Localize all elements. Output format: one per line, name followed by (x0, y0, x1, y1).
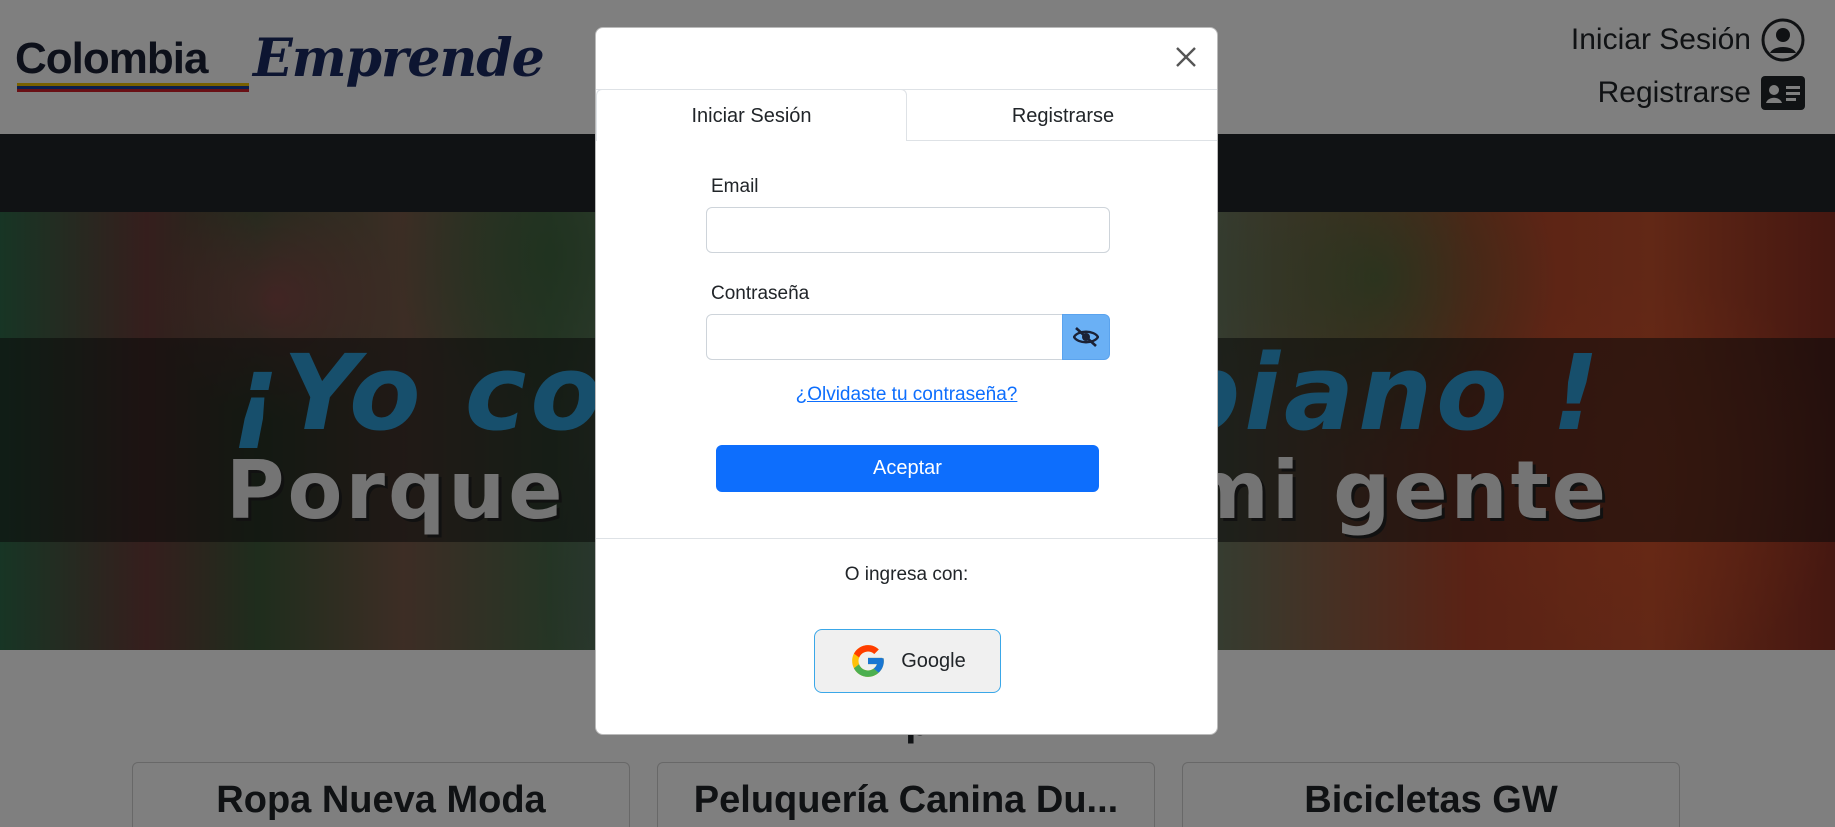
login-modal: Iniciar Sesión Registrarse Email Contras… (595, 27, 1218, 735)
accept-button[interactable]: Aceptar (716, 445, 1099, 492)
modal-header (596, 28, 1217, 90)
close-button[interactable] (1171, 42, 1201, 72)
modal-divider (596, 538, 1217, 539)
eye-slash-icon (1073, 327, 1099, 347)
password-label: Contraseña (711, 283, 810, 304)
email-label: Email (711, 176, 759, 197)
forgot-password-link[interactable]: ¿Olvidaste tu contraseña? (596, 384, 1217, 406)
google-login-button[interactable]: Google (814, 629, 1001, 693)
password-field[interactable] (706, 314, 1063, 360)
alt-login-text: O ingresa con: (844, 564, 969, 585)
email-field[interactable] (706, 207, 1110, 253)
google-button-label: Google (901, 649, 966, 672)
google-icon (852, 645, 885, 677)
toggle-password-button[interactable] (1062, 314, 1110, 360)
tab-register[interactable]: Registrarse (907, 89, 1217, 141)
tab-login[interactable]: Iniciar Sesión (596, 89, 907, 141)
auth-tabs: Iniciar Sesión Registrarse (596, 89, 1217, 141)
close-icon (1176, 47, 1196, 67)
